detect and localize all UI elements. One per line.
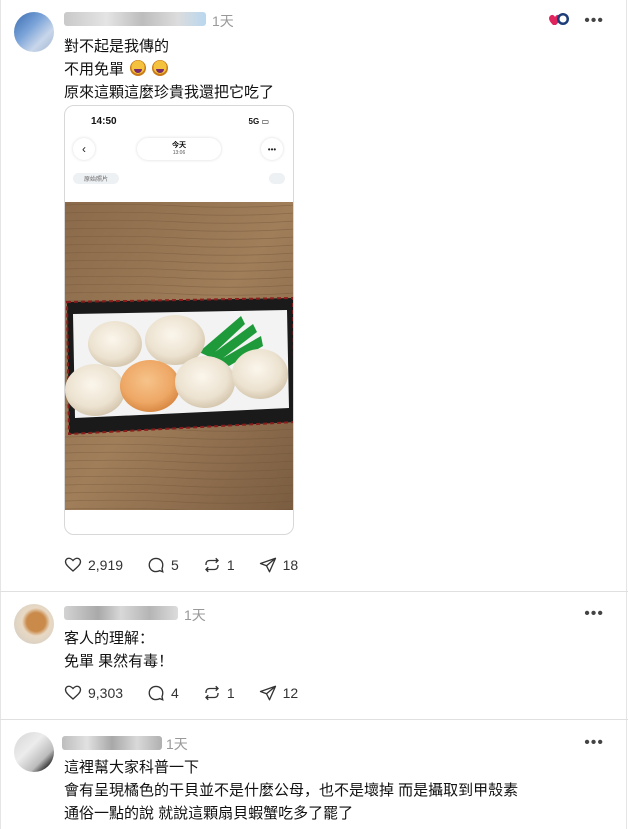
heart-icon (64, 557, 82, 572)
send-icon (259, 685, 276, 701)
comment-button[interactable]: 4 (147, 684, 179, 702)
send-icon (259, 557, 276, 573)
photo-header-time: 13:06 (172, 150, 186, 156)
share-count: 18 (282, 557, 299, 573)
post-time: 1天 (212, 13, 234, 29)
heart-badge-icon[interactable] (548, 12, 570, 28)
username-blurred[interactable] (62, 736, 162, 750)
comment-button[interactable]: 5 (147, 556, 179, 574)
repost-count: 1 (226, 557, 235, 573)
back-button: ‹ (73, 138, 95, 160)
post-time: 1天 (184, 607, 206, 623)
post-line: 這裡幫大家科普一下 (64, 759, 200, 776)
photo-subheader: 原始照片 (73, 173, 119, 184)
avatar[interactable] (14, 732, 54, 772)
like-count: 2,919 (88, 557, 124, 573)
username-blurred[interactable] (64, 606, 178, 620)
repost-button[interactable]: 1 (203, 684, 235, 702)
like-button[interactable]: 2,919 (64, 556, 123, 574)
comment-bubble-icon (148, 557, 164, 573)
repost-icon (204, 557, 219, 573)
heart-icon (64, 685, 82, 700)
post-line: 原來這顆這麼珍貴我還把它吃了 (64, 84, 275, 101)
post-line: 對不起是我傳的 (64, 38, 170, 55)
comment-bubble-icon (148, 685, 164, 701)
status-time: 14:50 (91, 116, 117, 127)
post-3[interactable]: 1天 ••• 這裡幫大家科普一下 會有呈現橘色的干貝並不是什麼公母，也不是壞掉 … (0, 720, 628, 829)
repost-icon (204, 685, 219, 701)
post-body: 對不起是我傳的 不用免單 原來這顆這麼珍貴我還把它吃了 (64, 35, 274, 104)
share-count: 12 (282, 685, 299, 701)
repost-button[interactable]: 1 (203, 556, 235, 574)
photo-header: 今天 13:06 (137, 138, 221, 160)
like-count: 9,303 (88, 685, 124, 701)
screaming-face-emoji-icon (152, 60, 169, 76)
more-horizontal-icon[interactable]: ••• (584, 12, 604, 30)
post-line: 通俗一點的說 就說這顆扇貝蝦蟹吃多了罷了 (64, 805, 354, 822)
post-actions: 2,919 5 1 18 (64, 556, 322, 574)
post-line: 客人的理解： (64, 630, 155, 647)
avatar[interactable] (14, 12, 54, 52)
photo-edit-icon (269, 173, 285, 184)
post-body: 客人的理解： 免單 果然有毒！ (64, 627, 173, 673)
share-button[interactable]: 12 (259, 684, 299, 702)
share-button[interactable]: 18 (259, 556, 299, 574)
username-blurred[interactable] (64, 12, 206, 26)
scallop-sushi-photo (65, 202, 293, 510)
post-body: 這裡幫大家科普一下 會有呈現橘色的干貝並不是什麼公母，也不是壞掉 而是攝取到甲殼… (64, 756, 518, 825)
phone-status-bar: 14:50 5G ▭ (65, 106, 293, 136)
like-button[interactable]: 9,303 (64, 684, 123, 702)
post-line: 會有呈現橘色的干貝並不是什麼公母，也不是壞掉 而是攝取到甲殼素 (64, 782, 519, 799)
post-actions: 9,303 4 1 12 (64, 684, 322, 702)
more-horizontal-icon[interactable]: ••• (584, 734, 604, 752)
avatar[interactable] (14, 604, 54, 644)
status-network: 5G ▭ (248, 117, 269, 126)
post-time: 1天 (166, 736, 188, 752)
more-horizontal-icon[interactable]: ••• (584, 605, 604, 623)
screaming-face-emoji-icon (130, 60, 147, 76)
post-image[interactable]: 14:50 5G ▭ ‹ 今天 13:06 ••• 原始照片 (64, 105, 294, 535)
comment-count: 4 (171, 685, 179, 701)
post-line-with-emoji: 不用免單 (64, 58, 274, 81)
post-2[interactable]: 1天 ••• 客人的理解： 免單 果然有毒！ 9,303 4 1 12 (0, 592, 628, 720)
post-line: 不用免單 (64, 61, 125, 78)
comment-count: 5 (171, 557, 179, 573)
photo-more-icon: ••• (261, 138, 283, 160)
post-1[interactable]: 1天 ••• 對不起是我傳的 不用免單 原來這顆這麼珍貴我還把它吃了 14:50… (0, 0, 628, 592)
photo-header-title: 今天 (172, 142, 186, 149)
repost-count: 1 (226, 685, 235, 701)
post-line: 免單 果然有毒！ (64, 653, 174, 670)
